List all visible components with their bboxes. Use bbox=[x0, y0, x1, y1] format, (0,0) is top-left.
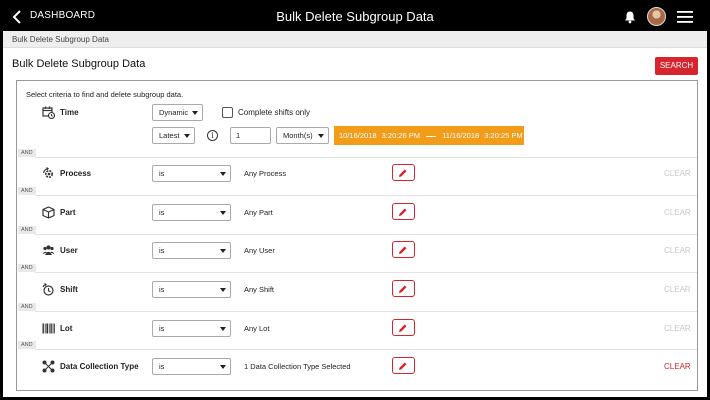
search-button[interactable]: SEARCH bbox=[655, 57, 698, 75]
hamburger-menu-icon[interactable] bbox=[677, 11, 693, 23]
time-mode-select[interactable]: Dynamic bbox=[152, 104, 203, 121]
user-clear-button[interactable]: CLEAR bbox=[664, 246, 691, 255]
chevron-down-icon bbox=[318, 134, 324, 138]
and-connector: AND bbox=[18, 226, 36, 234]
and-connector: AND bbox=[18, 303, 36, 311]
box-icon bbox=[42, 206, 55, 219]
time-mode-value: Dynamic bbox=[159, 108, 189, 117]
part-clear-button[interactable]: CLEAR bbox=[664, 208, 691, 217]
and-connector: AND bbox=[18, 149, 36, 157]
lot-value: Any Lot bbox=[244, 324, 270, 333]
relative-value: Latest bbox=[159, 131, 180, 140]
part-label: Part bbox=[60, 208, 76, 217]
end-time: 3:20:25 PM bbox=[484, 131, 523, 140]
lot-label: Lot bbox=[60, 324, 73, 333]
bell-icon[interactable] bbox=[623, 10, 637, 24]
date-range-display: 10/16/2018 3:20:26 PM 11/16/2018 3:20:25… bbox=[334, 126, 524, 145]
range-separator bbox=[426, 135, 437, 137]
chevron-down-icon bbox=[220, 172, 226, 176]
and-connector: AND bbox=[18, 264, 36, 272]
barcode-icon bbox=[42, 323, 55, 334]
process-operator-select[interactable]: is bbox=[152, 165, 231, 182]
lot-edit-button[interactable] bbox=[392, 319, 415, 336]
user-edit-button[interactable] bbox=[392, 241, 415, 258]
avatar[interactable] bbox=[647, 7, 666, 26]
lot-operator-value: is bbox=[159, 324, 165, 333]
process-clear-button[interactable]: CLEAR bbox=[664, 169, 691, 178]
relative-select[interactable]: Latest bbox=[152, 127, 195, 144]
count-input[interactable]: 1 bbox=[230, 127, 271, 144]
lot-clear-button[interactable]: CLEAR bbox=[664, 324, 691, 333]
and-connector: AND bbox=[18, 187, 36, 195]
part-value: Any Part bbox=[244, 208, 273, 217]
shift-label: Shift bbox=[60, 285, 78, 294]
shift-operator-select[interactable]: is bbox=[152, 281, 231, 298]
user-operator-select[interactable]: is bbox=[152, 242, 231, 259]
pencil-icon bbox=[399, 169, 407, 177]
chevron-down-icon bbox=[220, 249, 226, 253]
process-edit-button[interactable] bbox=[392, 164, 415, 181]
start-date: 10/16/2018 bbox=[339, 131, 377, 140]
part-operator-select[interactable]: is bbox=[152, 204, 231, 221]
row-divider bbox=[35, 234, 697, 235]
chevron-down-icon bbox=[220, 365, 226, 369]
page-header: Bulk Delete Subgroup Data SEARCH bbox=[3, 48, 707, 78]
pencil-icon bbox=[399, 285, 407, 293]
pencil-icon bbox=[399, 246, 407, 254]
row-divider bbox=[35, 157, 697, 158]
process-value: Any Process bbox=[244, 169, 287, 178]
and-connector: AND bbox=[18, 341, 36, 349]
data-collection-type-operator-select[interactable]: is bbox=[152, 358, 231, 375]
user-operator-value: is bbox=[159, 246, 165, 255]
start-time: 3:20:26 PM bbox=[381, 131, 420, 140]
end-date: 11/16/2018 bbox=[442, 131, 480, 140]
row-divider bbox=[35, 349, 697, 350]
shift-clock-icon bbox=[42, 283, 54, 296]
row-divider bbox=[35, 311, 697, 312]
top-bar: DASHBOARD Bulk Delete Subgroup Data bbox=[3, 3, 707, 31]
chevron-down-icon bbox=[220, 327, 226, 331]
data-collection-type-label: Data Collection Type bbox=[60, 362, 139, 371]
unit-select[interactable]: Month(s) bbox=[276, 127, 329, 144]
user-label: User bbox=[60, 246, 78, 255]
shift-value: Any Shift bbox=[244, 285, 275, 294]
complete-shifts-label: Complete shifts only bbox=[238, 108, 311, 117]
network-nodes-icon bbox=[42, 360, 55, 373]
criteria-panel: Select criteria to find and delete subgr… bbox=[16, 80, 698, 391]
chevron-down-icon bbox=[220, 211, 226, 215]
shift-clear-button[interactable]: CLEAR bbox=[664, 285, 691, 294]
app-window: DASHBOARD Bulk Delete Subgroup Data Bulk… bbox=[3, 3, 707, 397]
pencil-icon bbox=[399, 362, 407, 370]
row-divider bbox=[35, 195, 697, 196]
lot-operator-select[interactable]: is bbox=[152, 320, 231, 337]
data-collection-type-clear-button[interactable]: CLEAR bbox=[664, 362, 691, 371]
app-title: Bulk Delete Subgroup Data bbox=[276, 9, 434, 24]
info-icon[interactable]: i bbox=[207, 130, 218, 141]
page-title: Bulk Delete Subgroup Data bbox=[12, 58, 146, 70]
chevron-down-icon bbox=[192, 111, 198, 115]
chevron-down-icon bbox=[184, 134, 190, 138]
unit-value: Month(s) bbox=[283, 131, 313, 140]
time-label: Time bbox=[60, 108, 79, 117]
breadcrumb[interactable]: Bulk Delete Subgroup Data bbox=[3, 31, 707, 48]
chevron-down-icon bbox=[220, 288, 226, 292]
users-icon bbox=[42, 245, 55, 255]
data-collection-type-operator-value: is bbox=[159, 362, 165, 371]
intro-text: Select criteria to find and delete subgr… bbox=[26, 90, 184, 99]
pencil-icon bbox=[399, 324, 407, 332]
process-label: Process bbox=[60, 169, 92, 178]
shift-edit-button[interactable] bbox=[392, 280, 415, 297]
process-gear-icon bbox=[42, 167, 54, 179]
data-collection-type-edit-button[interactable] bbox=[392, 357, 415, 374]
part-edit-button[interactable] bbox=[392, 203, 415, 220]
part-operator-value: is bbox=[159, 208, 165, 217]
user-value: Any User bbox=[244, 246, 275, 255]
pencil-icon bbox=[399, 208, 407, 216]
data-collection-type-value: 1 Data Collection Type Selected bbox=[244, 362, 351, 371]
row-divider bbox=[35, 272, 697, 273]
process-operator-value: is bbox=[159, 169, 165, 178]
complete-shifts-checkbox[interactable] bbox=[222, 107, 233, 118]
shift-operator-value: is bbox=[159, 285, 165, 294]
calendar-clock-icon bbox=[42, 106, 55, 119]
